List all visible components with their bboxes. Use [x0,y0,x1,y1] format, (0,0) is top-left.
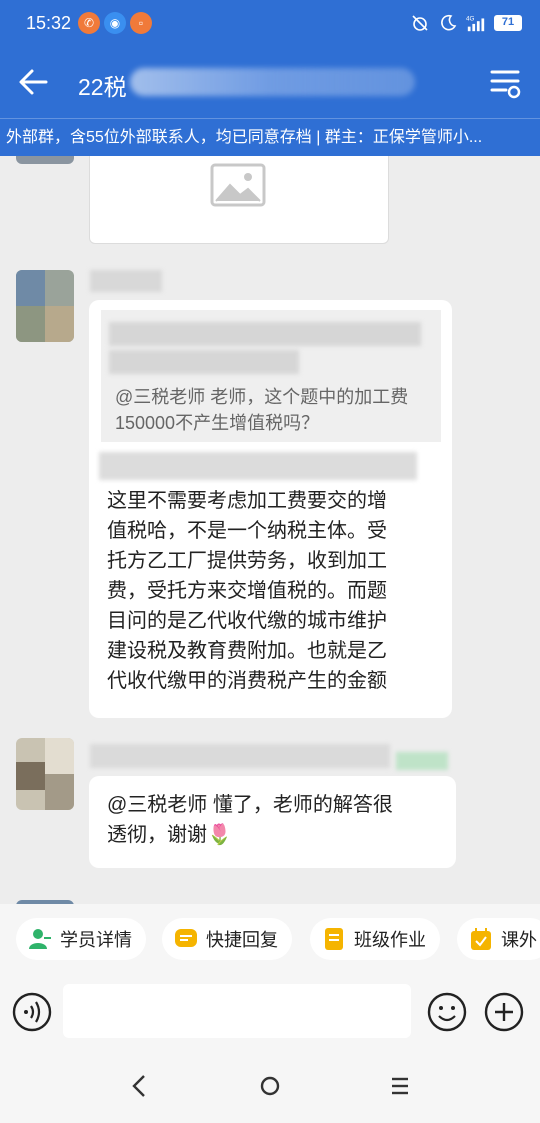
status-right-group: 4G 71 [410,12,522,34]
student-message-bubble[interactable]: @三税老师 懂了，老师的解答很 透彻，谢谢🌷 [89,776,456,868]
voice-input-icon[interactable] [12,992,52,1032]
quote-text: @三税老师 老师，这个题中的加工费150000不产生增值税吗？ [115,387,409,433]
reply-line: 目问的是乙代收代缴的城市维护 [107,610,387,632]
signal-icon: 4G [466,15,485,32]
emoji-icon[interactable] [427,992,467,1032]
quoted-message[interactable]: @三税老师 老师，这个题中的加工费150000不产生增值税吗？ [101,310,441,442]
reply-message-bubble[interactable]: @三税老师 老师，这个题中的加工费150000不产生增值税吗？ 这里不需要考虑加… [89,300,452,718]
add-icon[interactable] [484,992,524,1032]
chip-label: 班级作业 [354,930,426,950]
student-icon [29,929,51,949]
chip-label: 课外 [501,930,537,950]
message-input[interactable] [63,984,411,1038]
top-bar: 15:32 ✆ ◉ ▫ 4G 71 22税 [0,0,540,118]
battery-indicator: 71 [494,15,522,31]
student-message-text: @三税老师 懂了，老师的解答很 透彻，谢谢🌷 [107,790,447,850]
nav-menu-icon[interactable] [382,1070,418,1102]
quick-toolbar: 学员详情 快捷回复 班级作业 课外 [0,904,540,976]
quick-reply-icon [175,929,197,947]
chip-label: 快捷回复 [206,930,278,950]
message-line: @三税老师 懂了，老师的解答很 [107,794,393,816]
student-details-button[interactable]: 学员详情 [16,918,146,960]
reply-line: 这里不需要考虑加工费要交的增 [107,490,387,512]
status-time: 15:32 [26,13,72,33]
sender-name-redacted [90,744,390,768]
reply-line: 代收代缴甲的消费税产生的金额 [107,670,387,692]
quick-reply-button[interactable]: 快捷回复 [162,918,292,960]
nav-home-icon[interactable] [252,1070,288,1102]
group-notice-banner[interactable]: 外部群，含55位外部联系人，均已同意存档 | 群主：正保学管师小... [0,118,540,156]
network-label: 4G [466,15,475,22]
chat-header: 22税 [0,46,540,118]
reply-text: 这里不需要考虑加工费要交的增 值税哈，不是一个纳税主体。受 托方乙工厂提供劳务，… [107,486,447,696]
chat-title: 22税 [78,74,127,100]
image-placeholder-icon [210,163,266,207]
nav-back-icon[interactable] [122,1070,158,1102]
input-bar [0,976,540,1048]
image-message[interactable] [89,156,389,244]
quote-redacted [109,322,421,346]
tag-redacted [396,752,448,770]
reply-line: 建设税及教育费附加。也就是乙 [107,640,387,662]
phone-notification-icon: ✆ [78,12,100,34]
homework-icon [325,928,343,950]
chat-settings-icon[interactable] [488,64,522,100]
avatar[interactable] [16,270,74,342]
alarm-off-icon [412,15,428,31]
reply-line: 费，受托方来交增值税的。而题 [107,580,387,602]
moon-icon [441,14,457,31]
arrow-left-icon[interactable] [14,62,54,102]
extracurricular-button[interactable]: 课外 [457,918,540,960]
system-nav-bar [0,1048,540,1123]
quote-redacted [109,350,299,374]
calendar-icon [471,928,491,950]
status-bar: 15:32 ✆ ◉ ▫ 4G 71 [0,0,540,46]
reply-line: 托方乙工厂提供劳务，收到加工 [107,550,387,572]
avatar[interactable] [16,738,74,810]
title-redacted [130,68,415,96]
avatar[interactable] [16,156,74,164]
chip-label: 学员详情 [60,930,132,950]
chat-messages[interactable]: @三税老师 老师，这个题中的加工费150000不产生增值税吗？ 这里不需要考虑加… [0,156,540,904]
class-homework-button[interactable]: 班级作业 [310,918,440,960]
reply-header-redacted [99,452,417,480]
app-notification-icon: ▫ [130,12,152,34]
reply-line: 值税哈，不是一个纳税主体。受 [107,520,387,542]
browser-notification-icon: ◉ [104,12,126,34]
sender-name-redacted [90,270,162,292]
message-line: 透彻，谢谢🌷 [107,824,232,846]
